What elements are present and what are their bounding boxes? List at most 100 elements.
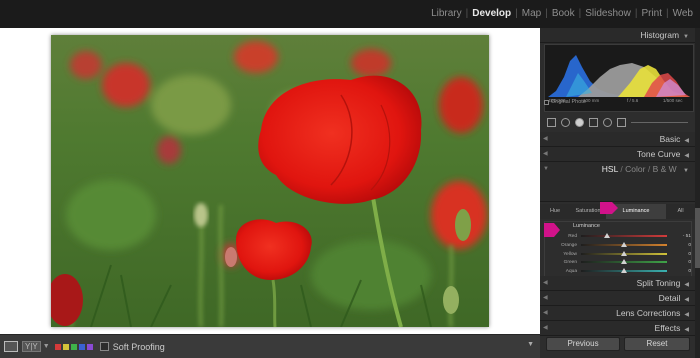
histogram-graph [548, 55, 690, 97]
toolbar-menu-chevron-icon[interactable]: ▼ [527, 341, 534, 348]
graduated-filter-icon[interactable] [589, 117, 598, 127]
collapse-triangle-icon: ◀ [684, 297, 689, 303]
spot-removal-tool-icon[interactable] [561, 117, 570, 127]
basic-panel-header[interactable]: ◀ Basic ◀ [540, 132, 695, 147]
hsl-separator: / [620, 164, 623, 174]
slider-label: Orange [561, 242, 577, 248]
slider-label: Aqua [565, 269, 577, 275]
split-toning-title: Split Toning [636, 278, 681, 288]
slider-value[interactable]: 0 [679, 267, 691, 276]
annotation-arrow-icon [600, 202, 618, 214]
slider-thumb[interactable] [621, 268, 627, 274]
color-label-swatch[interactable] [62, 343, 69, 350]
slider-value[interactable]: 0 [679, 241, 691, 250]
module-print[interactable]: Print [638, 8, 665, 19]
effects-title: Effects [654, 323, 681, 333]
bw-title[interactable]: B & W [653, 164, 677, 174]
slider-value[interactable]: 0 [679, 250, 691, 259]
module-slideshow[interactable]: Slideshow [582, 8, 634, 19]
slider-track[interactable] [581, 235, 667, 237]
before-after-button[interactable]: Y|Y [22, 341, 41, 352]
original-photo-checkbox[interactable] [544, 99, 549, 105]
hsl-title[interactable]: HSL [602, 164, 618, 174]
soft-proofing-checkbox[interactable] [99, 342, 109, 351]
module-map[interactable]: Map [519, 8, 544, 19]
slider-thumb[interactable] [603, 233, 610, 238]
expand-triangle-icon: ◀ [543, 325, 548, 331]
slider-value[interactable]: 0 [679, 258, 691, 267]
module-library[interactable]: Library [428, 8, 465, 19]
expand-triangle-icon: ▼ [543, 166, 549, 172]
histogram-header[interactable]: Histogram ▼ [540, 28, 695, 43]
collapse-triangle-icon: ◀ [684, 282, 689, 288]
photo-preview[interactable] [51, 35, 489, 327]
panel-scrollbar-thumb[interactable] [695, 208, 700, 268]
slider-label: Yellow [563, 251, 577, 257]
collapse-triangle-icon: ◀ [684, 327, 689, 333]
tone-curve-panel-header[interactable]: ◀ Tone Curve ◀ [540, 147, 695, 162]
adjustment-brush-icon[interactable] [617, 117, 626, 127]
previous-button[interactable]: Previous [546, 337, 620, 351]
luminance-slider-orange[interactable]: Orange 0 [545, 241, 693, 250]
loupe-view-button[interactable] [4, 341, 18, 352]
basic-title: Basic [659, 134, 681, 144]
bottom-toolbar: Y|Y ▼ Soft Proofing ▼ [0, 334, 540, 358]
red-eye-tool-icon[interactable] [575, 117, 584, 127]
collapse-triangle-icon: ◀ [684, 312, 689, 318]
slider-value[interactable]: - 51 [679, 232, 691, 241]
color-label-swatch[interactable] [70, 343, 77, 350]
expand-triangle-icon: ◀ [543, 136, 548, 142]
crop-tool-icon[interactable] [547, 117, 556, 127]
module-picker-bar: Library | Develop | Map | Book | Slideshow | Print… [0, 0, 700, 28]
collapse-triangle-icon: ▼ [683, 168, 689, 174]
module-develop[interactable]: Develop [469, 8, 514, 19]
hsl-tab-hue[interactable]: Hue [540, 204, 570, 219]
module-book[interactable]: Book [549, 8, 578, 19]
luminance-slider-red[interactable]: Red - 51 [545, 232, 693, 241]
expand-triangle-icon: ◀ [543, 295, 548, 301]
original-photo-toggle[interactable]: Original Photo [544, 99, 586, 105]
expand-triangle-icon: ◀ [543, 280, 548, 286]
luminance-slider-green[interactable]: Green 0 [545, 258, 693, 267]
hsl-tab-all[interactable]: All [666, 204, 695, 219]
collapse-triangle-icon: ◀ [684, 138, 689, 144]
lens-corrections-panel-header[interactable]: ◀ Lens Corrections ◀ [540, 306, 695, 321]
detail-title: Detail [658, 293, 681, 303]
panel-scrollbar[interactable] [695, 28, 700, 358]
expand-triangle-icon: ◀ [543, 151, 548, 157]
slider-label: Green [563, 260, 577, 266]
module-picker: Library | Develop | Map | Book | Slideshow | Print… [428, 8, 696, 19]
color-label-swatch[interactable] [54, 343, 61, 350]
reset-button[interactable]: Reset [624, 337, 690, 351]
detail-panel-header[interactable]: ◀ Detail ◀ [540, 291, 695, 306]
radial-filter-icon[interactable] [603, 117, 612, 127]
tone-curve-title: Tone Curve [636, 149, 681, 159]
hsl-separator: / [647, 164, 651, 174]
collapse-triangle-icon: ▼ [683, 34, 689, 40]
image-canvas [0, 28, 540, 334]
split-toning-panel-header[interactable]: ◀ Split Toning ◀ [540, 276, 695, 291]
slider-thumb[interactable] [621, 259, 627, 265]
slider-thumb[interactable] [621, 241, 627, 247]
original-photo-label: Original Photo [551, 99, 586, 105]
luminance-slider-aqua[interactable]: Aqua 0 [545, 267, 693, 276]
color-title[interactable]: Color [625, 164, 645, 174]
annotation-arrow-icon [544, 223, 560, 237]
histogram-shutter: 1/500 sec [663, 98, 683, 103]
luminance-slider-yellow[interactable]: Yellow 0 [545, 250, 693, 259]
module-web[interactable]: Web [670, 8, 696, 19]
color-label-swatches [54, 343, 95, 350]
effects-panel-header[interactable]: ◀ Effects ◀ [540, 321, 695, 336]
histogram-title: Histogram [640, 30, 680, 40]
slider-thumb[interactable] [621, 250, 627, 256]
hsl-panel-header[interactable]: ▼ HSL / Color / B & W ▼ [540, 162, 695, 202]
color-label-swatch[interactable] [86, 343, 93, 350]
luminance-section-title: Luminance [573, 223, 600, 229]
color-label-swatch[interactable] [78, 343, 85, 350]
collapse-triangle-icon: ◀ [684, 153, 689, 159]
lens-corrections-title: Lens Corrections [616, 308, 681, 318]
histogram-aperture: f / 5.6 [627, 98, 639, 103]
soft-proofing-label: Soft Proofing [112, 341, 165, 352]
expand-triangle-icon: ◀ [543, 310, 548, 316]
chevron-down-icon[interactable]: ▼ [43, 343, 50, 350]
